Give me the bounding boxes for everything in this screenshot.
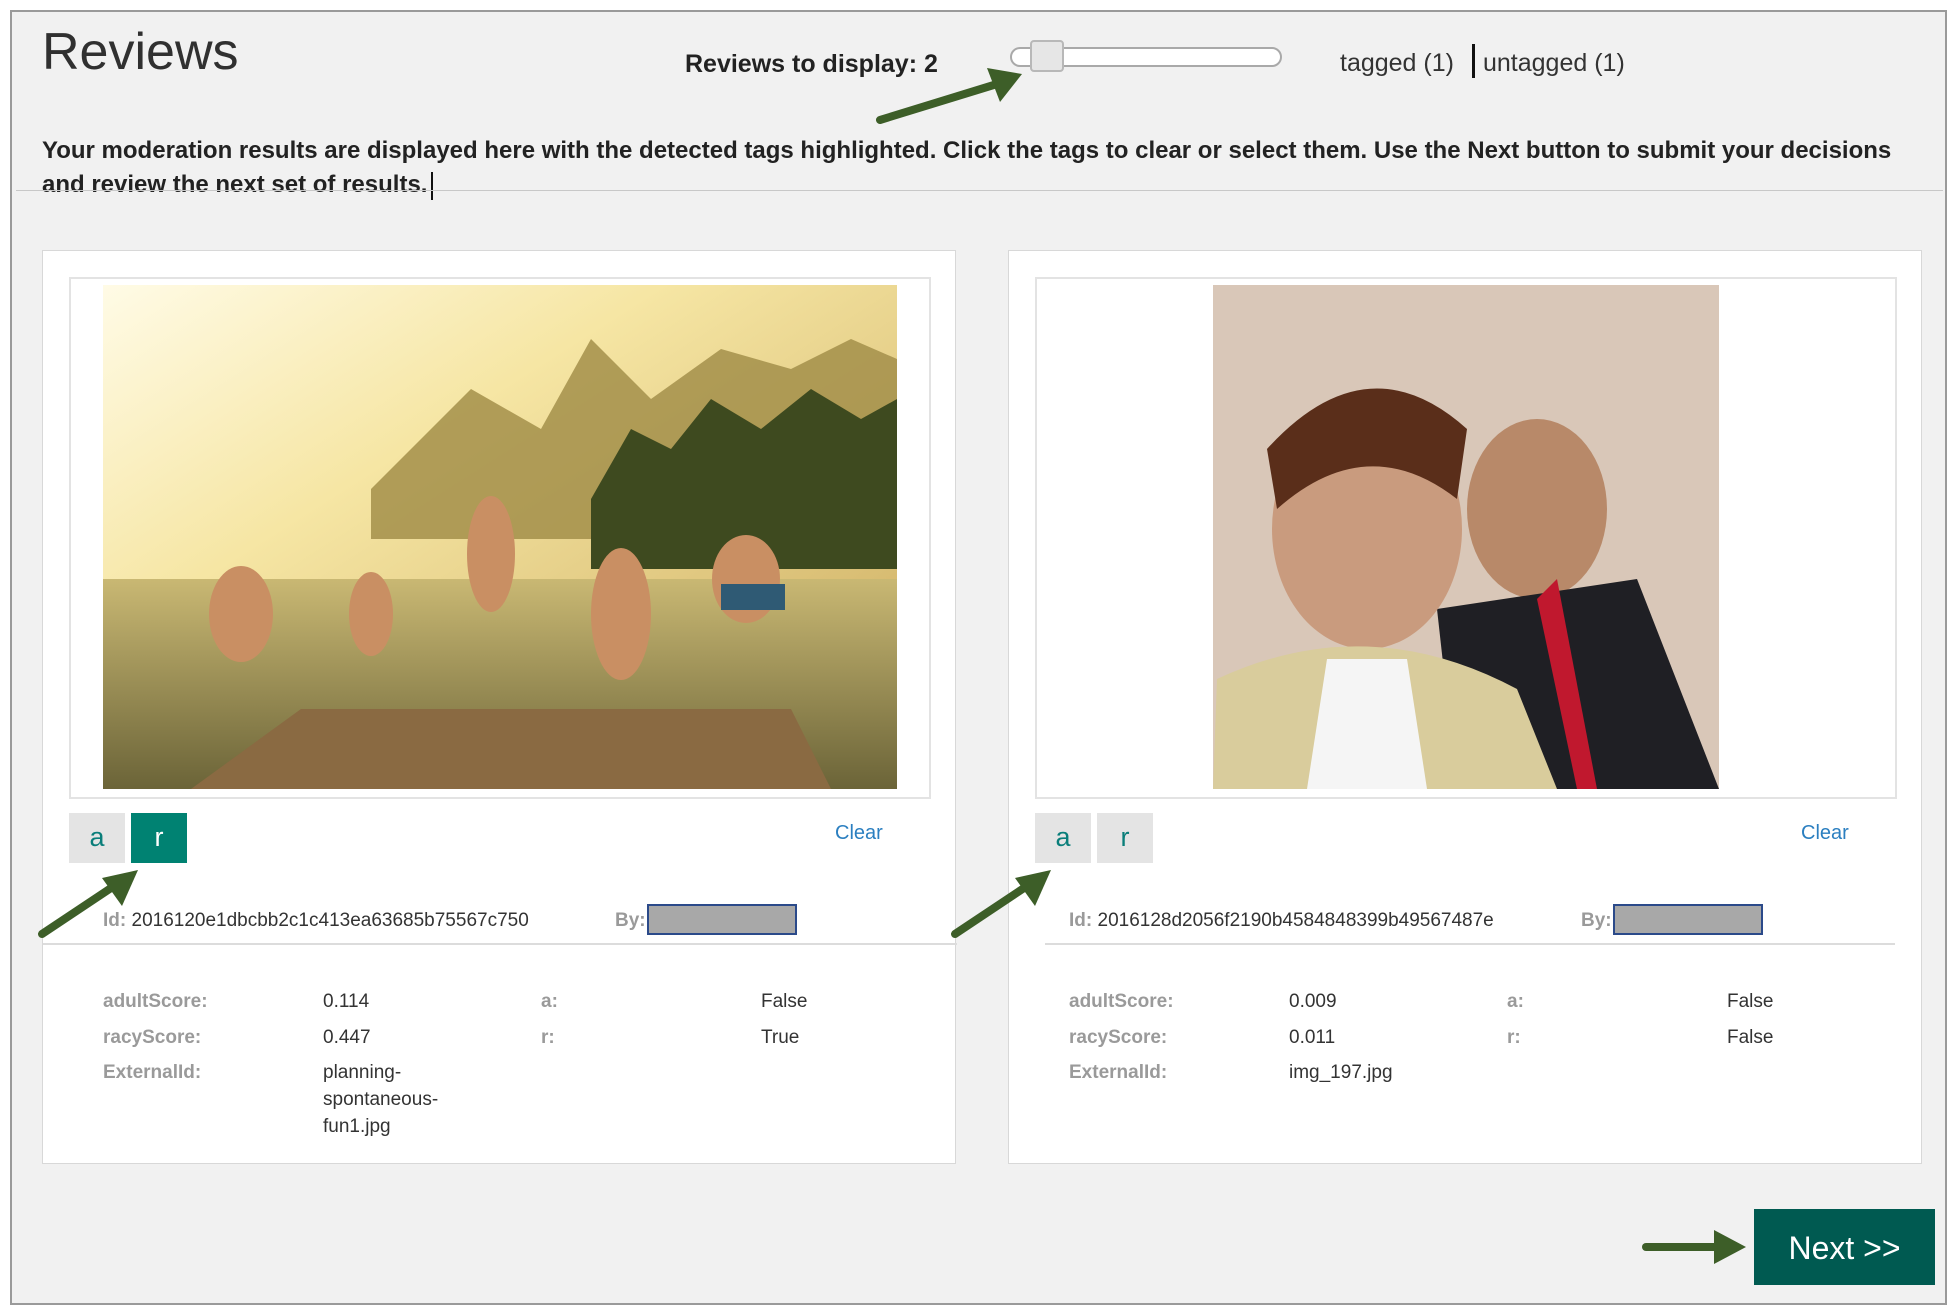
review-card-2: a r Clear Id: 2016128d2056f2190b45848483… bbox=[1008, 250, 1922, 1164]
r-tag-value: True bbox=[761, 1027, 800, 1048]
external-id-value: img_197.jpg bbox=[1289, 1062, 1393, 1083]
tag-button-a[interactable]: a bbox=[1035, 813, 1091, 863]
filter-divider bbox=[1472, 44, 1475, 78]
external-id-label: ExternalId: bbox=[103, 1062, 202, 1083]
a-tag-label: a: bbox=[1507, 991, 1524, 1012]
racy-score-value: 0.447 bbox=[323, 1027, 371, 1048]
racy-score-label: racyScore: bbox=[103, 1027, 202, 1048]
review-image-2 bbox=[1035, 277, 1897, 799]
adult-score-label: adultScore: bbox=[1069, 991, 1174, 1012]
reviews-page: Reviews Reviews to display: 2 tagged (1)… bbox=[10, 10, 1947, 1305]
r-tag-label: r: bbox=[1507, 1027, 1521, 1048]
clear-tags-link[interactable]: Clear bbox=[1801, 822, 1849, 845]
instructions-text: Your moderation results are displayed he… bbox=[42, 134, 1922, 202]
people-photo bbox=[1213, 285, 1719, 789]
adult-score-label: adultScore: bbox=[103, 991, 208, 1012]
review-id-value: 2016128d2056f2190b4584848399b49567487e bbox=[1097, 910, 1494, 931]
annotation-arrow-icon bbox=[951, 870, 1051, 938]
next-button[interactable]: Next >> bbox=[1754, 1209, 1935, 1285]
header-divider bbox=[16, 190, 1943, 191]
id-label: Id: bbox=[1069, 910, 1093, 931]
tag-button-r[interactable]: r bbox=[1097, 813, 1153, 863]
r-tag-label: r: bbox=[541, 1027, 555, 1048]
a-tag-label: a: bbox=[541, 991, 558, 1012]
card-divider bbox=[1045, 943, 1895, 945]
instructions-body: Your moderation results are displayed he… bbox=[42, 137, 1892, 198]
racy-score-value: 0.011 bbox=[1289, 1027, 1336, 1048]
clear-tags-link[interactable]: Clear bbox=[835, 822, 883, 845]
racy-score-label: racyScore: bbox=[1069, 1027, 1168, 1048]
review-card-1: a r Clear Id: 2016120e1dbcbb2c1c413ea636… bbox=[42, 250, 957, 1164]
external-id-value: planning-spontaneous-fun1.jpg bbox=[323, 1062, 439, 1137]
annotation-arrow-icon bbox=[1642, 1230, 1746, 1264]
a-tag-value: False bbox=[1727, 991, 1774, 1012]
adult-score-value: 0.009 bbox=[1289, 991, 1337, 1012]
text-cursor bbox=[431, 171, 434, 200]
review-image-1 bbox=[69, 277, 931, 799]
annotation-arrow-icon bbox=[38, 870, 138, 938]
tag-button-a[interactable]: a bbox=[69, 813, 125, 863]
by-label: By: bbox=[1581, 910, 1612, 931]
card-divider bbox=[43, 943, 957, 945]
filter-untagged-link[interactable]: untagged (1) bbox=[1483, 49, 1625, 78]
annotation-arrow-icon bbox=[876, 68, 1022, 124]
review-id-row: Id: 2016120e1dbcbb2c1c413ea63685b75567c7… bbox=[103, 910, 529, 932]
filter-tagged-link[interactable]: tagged (1) bbox=[1340, 49, 1454, 78]
review-id-row: Id: 2016128d2056f2190b4584848399b4956748… bbox=[1069, 910, 1494, 932]
page-title: Reviews bbox=[42, 23, 239, 81]
tag-button-r[interactable]: r bbox=[131, 813, 187, 863]
review-id-value: 2016120e1dbcbb2c1c413ea63685b75567c750 bbox=[131, 910, 529, 931]
external-id-label: ExternalId: bbox=[1069, 1062, 1168, 1083]
reviewer-field[interactable] bbox=[1613, 904, 1763, 935]
adult-score-value: 0.114 bbox=[323, 991, 370, 1012]
reviewer-field[interactable] bbox=[647, 904, 797, 935]
by-label: By: bbox=[615, 910, 646, 931]
r-tag-value: False bbox=[1727, 1027, 1774, 1048]
lake-jump-photo bbox=[103, 285, 897, 789]
reviews-count-slider-thumb[interactable] bbox=[1030, 40, 1064, 72]
a-tag-value: False bbox=[761, 991, 808, 1012]
